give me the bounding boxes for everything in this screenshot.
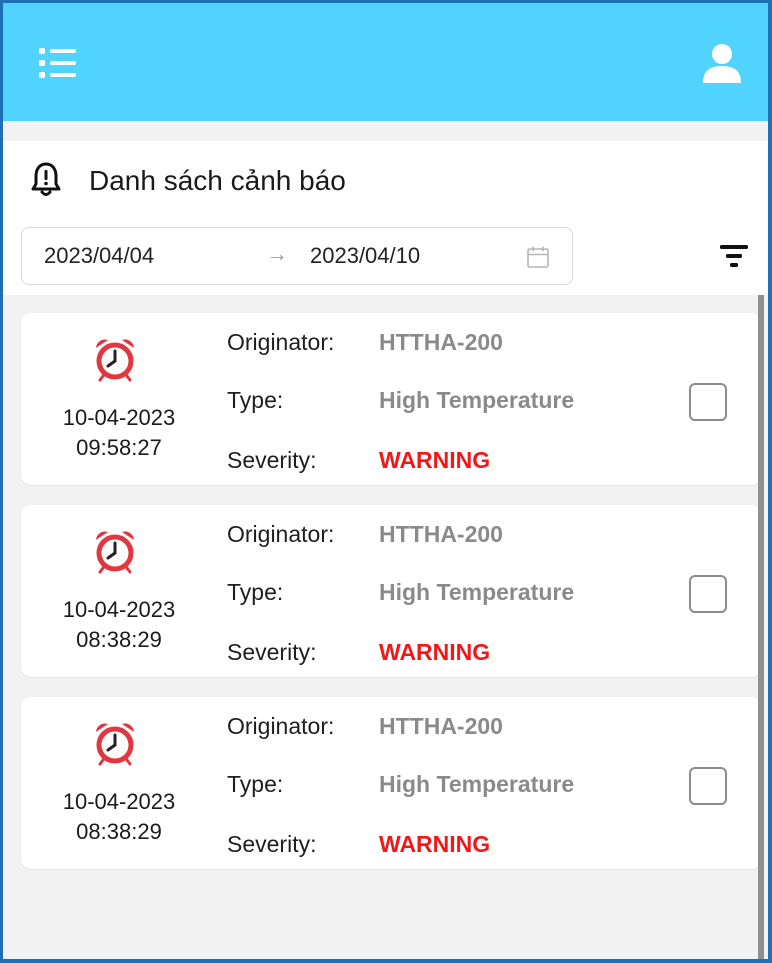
type-label: Type:	[227, 771, 284, 797]
originator-value: HTTHA-200	[379, 521, 503, 547]
alarm-clock-icon	[91, 335, 139, 383]
bell-alert-icon	[31, 161, 61, 199]
title-row: Danh sách cảnh báo	[3, 141, 768, 219]
top-bar	[3, 3, 768, 121]
severity-value: WARNING	[379, 639, 491, 665]
alarm-clock-icon	[91, 719, 139, 767]
date-to-input[interactable]: 2023/04/10	[310, 243, 420, 269]
app-frame: Danh sách cảnh báo 2023/04/04 → 2023/04/…	[0, 0, 772, 963]
severity-label: Severity:	[227, 831, 317, 857]
user-icon[interactable]	[700, 41, 744, 85]
alarm-card: 10-04-2023 08:38:29 Originator: HTTHA-20…	[21, 697, 761, 869]
date-range-picker[interactable]: 2023/04/04 → 2023/04/10	[21, 227, 573, 285]
date-from-input[interactable]: 2023/04/04	[44, 243, 154, 269]
alarm-date: 10-04-2023	[62, 405, 176, 430]
type-label: Type:	[227, 579, 284, 605]
alarm-select-checkbox[interactable]	[689, 383, 727, 421]
severity-label: Severity:	[227, 447, 317, 473]
alert-list-header-panel: Danh sách cảnh báo 2023/04/04 → 2023/04/…	[3, 141, 768, 295]
list-scrollbar[interactable]	[758, 295, 764, 959]
type-label: Type:	[227, 387, 284, 413]
filter-icon[interactable]	[718, 241, 750, 271]
severity-label: Severity:	[227, 639, 317, 665]
alarm-select-checkbox[interactable]	[689, 575, 727, 613]
alarm-date: 10-04-2023	[62, 597, 176, 622]
alarm-time: 09:58:27	[76, 435, 162, 460]
type-value: High Temperature	[379, 387, 575, 413]
alarm-time: 08:38:29	[76, 627, 162, 652]
list-menu-icon[interactable]	[37, 45, 79, 81]
originator-value: HTTHA-200	[379, 713, 503, 739]
alarm-clock-icon	[91, 527, 139, 575]
severity-value: WARNING	[379, 447, 491, 473]
alarm-select-checkbox[interactable]	[689, 767, 727, 805]
type-value: High Temperature	[379, 579, 575, 605]
originator-label: Originator:	[227, 713, 335, 739]
calendar-icon[interactable]	[526, 245, 550, 269]
alarm-time: 08:38:29	[76, 819, 162, 844]
originator-label: Originator:	[227, 521, 335, 547]
originator-label: Originator:	[227, 329, 335, 355]
range-arrow-icon: →	[266, 241, 288, 266]
alarm-card: 10-04-2023 08:38:29 Originator: HTTHA-20…	[21, 505, 761, 677]
originator-value: HTTHA-200	[379, 329, 503, 355]
severity-value: WARNING	[379, 831, 491, 857]
alarm-date: 10-04-2023	[62, 789, 176, 814]
page-title: Danh sách cảnh báo	[89, 165, 346, 196]
alarm-card: 10-04-2023 09:58:27 Originator: HTTHA-20…	[21, 313, 761, 485]
type-value: High Temperature	[379, 771, 575, 797]
